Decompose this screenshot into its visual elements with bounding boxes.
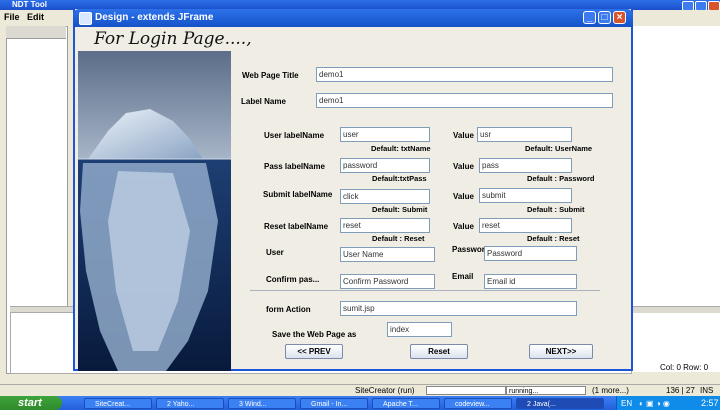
task-yahoo[interactable]: 2 Yaho... bbox=[156, 398, 224, 409]
password-input[interactable]: Password bbox=[484, 246, 577, 261]
submit-value-label: Value bbox=[453, 192, 474, 201]
submit-labelname-default: Default: Submit bbox=[372, 205, 428, 214]
bg-right-pane bbox=[630, 26, 720, 372]
dialog-titlebar[interactable]: Design - extends JFrame _ □ × bbox=[73, 9, 633, 27]
task-codeview[interactable]: codeview... bbox=[444, 398, 512, 409]
start-button[interactable]: start bbox=[0, 396, 62, 410]
status-mode: INS bbox=[700, 386, 714, 395]
status-position: 136 | 27 bbox=[666, 386, 695, 395]
submit-value-input[interactable]: submit bbox=[479, 188, 572, 203]
submit-labelname-label: Submit labelName bbox=[263, 190, 333, 199]
system-tray: EN ◐ ▣ ◑ ◉ 2:57 bbox=[616, 396, 720, 410]
tray-icons[interactable]: ◐ ▣ ◑ ◉ bbox=[639, 399, 670, 408]
form-action-label: form Action bbox=[266, 305, 311, 314]
prev-button[interactable]: << PREV bbox=[285, 344, 343, 359]
confirm-password-label: Confirm pas... bbox=[266, 275, 320, 284]
tray-clock: 2:57 bbox=[701, 398, 719, 408]
task-sitecreator[interactable]: SiteCreat... bbox=[84, 398, 152, 409]
status-app: SiteCreator (run) bbox=[355, 386, 415, 395]
reset-value-label: Value bbox=[453, 222, 474, 231]
submit-value-default: Default : Submit bbox=[527, 205, 585, 214]
next-button[interactable]: NEXT>> bbox=[529, 344, 593, 359]
label-name-label: Label Name bbox=[241, 97, 286, 106]
dialog-title: Design - extends JFrame bbox=[95, 12, 214, 23]
iceberg-image bbox=[78, 51, 231, 371]
tray-lang[interactable]: EN bbox=[621, 399, 632, 408]
user-labelname-default: Default: txtName bbox=[371, 144, 431, 153]
user-value-default: Default: UserName bbox=[525, 144, 593, 153]
submit-labelname-input[interactable]: click bbox=[340, 189, 430, 204]
menu-edit[interactable]: Edit bbox=[27, 12, 44, 22]
save-as-input[interactable]: index bbox=[387, 322, 452, 337]
web-page-title-label: Web Page Title bbox=[242, 71, 299, 80]
reset-value-default: Default : Reset bbox=[527, 234, 580, 243]
bg-app-title: NDT Tool bbox=[12, 0, 47, 9]
task-windows[interactable]: 3 Wind... bbox=[228, 398, 296, 409]
pass-value-label: Value bbox=[453, 162, 474, 171]
status-more[interactable]: (1 more...) bbox=[592, 386, 629, 395]
pass-value-input[interactable]: pass bbox=[479, 158, 572, 173]
page-heading: For Login Page...., bbox=[94, 29, 252, 49]
col-row-indicator: Col: 0 Row: 0 bbox=[660, 363, 709, 372]
task-apache[interactable]: Apache T... bbox=[372, 398, 440, 409]
maximize-icon[interactable]: □ bbox=[598, 11, 611, 24]
user-labelname-input[interactable]: user bbox=[340, 127, 430, 142]
close-icon[interactable]: × bbox=[613, 11, 626, 24]
reset-value-input[interactable]: reset bbox=[479, 218, 572, 233]
password-label: Passwor bbox=[452, 245, 485, 254]
user-value-label: Value bbox=[453, 131, 474, 140]
reset-labelname-input[interactable]: reset bbox=[340, 218, 430, 233]
java-icon bbox=[79, 12, 92, 25]
user-value-input[interactable]: usr bbox=[477, 127, 572, 142]
user-labelname-label: User labelName bbox=[264, 131, 325, 140]
reset-labelname-label: Reset labelName bbox=[264, 222, 329, 231]
pass-labelname-default: Default:txtPass bbox=[372, 174, 427, 183]
save-as-label: Save the Web Page as bbox=[272, 330, 357, 339]
bg-left-toolbar bbox=[6, 26, 66, 39]
pass-value-default: Default : Password bbox=[527, 174, 595, 183]
bg-splitter-right[interactable] bbox=[630, 306, 720, 313]
confirm-password-input[interactable]: Confirm Password bbox=[340, 274, 435, 289]
menu-file[interactable]: File bbox=[4, 12, 20, 22]
separator bbox=[250, 290, 600, 291]
task-java[interactable]: 2 Java(... bbox=[516, 398, 604, 409]
web-page-title-input[interactable]: demo1 bbox=[316, 67, 613, 82]
task-gmail[interactable]: Gmail - In... bbox=[300, 398, 368, 409]
status-progress-field bbox=[426, 386, 506, 395]
pass-labelname-input[interactable]: password bbox=[340, 158, 430, 173]
reset-button[interactable]: Reset bbox=[410, 344, 468, 359]
email-input[interactable]: Email id bbox=[484, 274, 577, 289]
status-progress-text: running... bbox=[506, 386, 586, 395]
form-action-input[interactable]: sumit.jsp bbox=[340, 301, 577, 316]
email-label: Email bbox=[452, 272, 474, 281]
reset-labelname-default: Default : Reset bbox=[372, 234, 425, 243]
user-label: User bbox=[266, 248, 284, 257]
user-name-input[interactable]: User Name bbox=[340, 247, 435, 262]
label-name-input[interactable]: demo1 bbox=[316, 93, 613, 108]
minimize-icon[interactable]: _ bbox=[583, 11, 596, 24]
pass-labelname-label: Pass labelName bbox=[264, 162, 325, 171]
